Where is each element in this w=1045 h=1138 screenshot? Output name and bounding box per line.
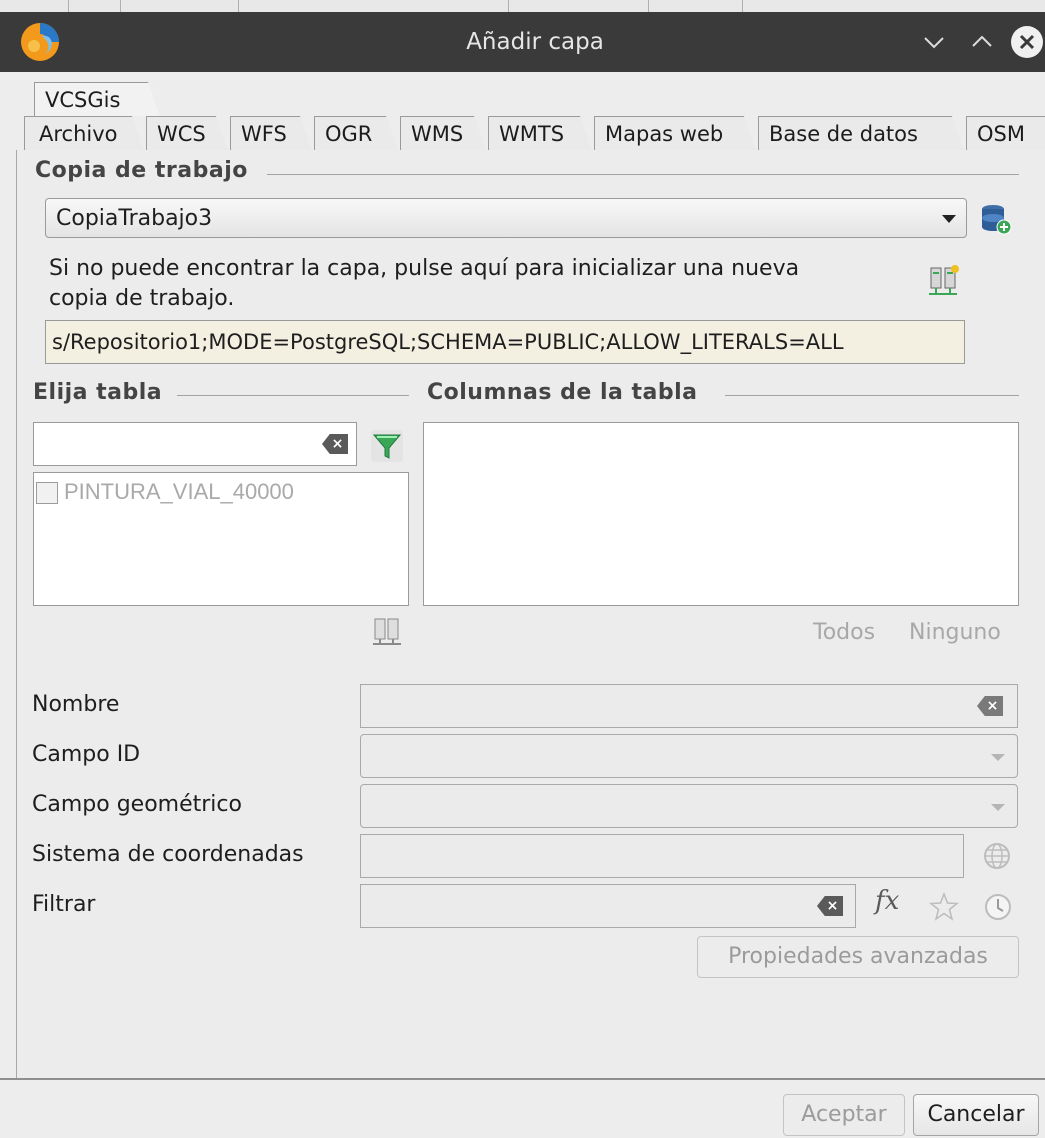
tab-label: WMTS bbox=[499, 122, 565, 146]
tab-label: WFS bbox=[241, 122, 287, 146]
tab-label: OSM bbox=[977, 122, 1025, 146]
chevron-up-icon bbox=[972, 35, 992, 47]
tab-label: Archivo bbox=[39, 122, 118, 146]
tab-label: OGR bbox=[325, 122, 373, 146]
clear-icon[interactable]: × bbox=[322, 434, 348, 454]
section-rule bbox=[725, 395, 1019, 396]
section-title-working-copy: Copia de trabajo bbox=[35, 158, 252, 183]
dropdown-arrow-icon bbox=[991, 804, 1005, 811]
window-title: Añadir capa bbox=[466, 29, 604, 55]
close-button[interactable] bbox=[1010, 25, 1044, 59]
connection-string-text: s/Repositorio1;MODE=PostgreSQL;SCHEMA=PU… bbox=[52, 330, 844, 354]
tab-label: WCS bbox=[157, 122, 206, 146]
tab-wms[interactable]: WMS bbox=[400, 116, 486, 150]
clear-icon[interactable]: × bbox=[817, 896, 843, 916]
star-icon[interactable] bbox=[929, 892, 959, 922]
tab-wcs[interactable]: WCS bbox=[146, 116, 228, 150]
geom-field-label: Campo geométrico bbox=[32, 792, 242, 817]
tab-row-bottom: Archivo WCS WFS OGR WMS WMTS Mapas web B… bbox=[24, 116, 1045, 150]
maximize-button[interactable] bbox=[965, 25, 999, 59]
working-copy-hint[interactable]: Si no puede encontrar la capa, pulse aqu… bbox=[49, 254, 929, 314]
chevron-down-icon bbox=[924, 37, 944, 49]
database-add-icon[interactable] bbox=[979, 202, 1013, 236]
id-field-select[interactable] bbox=[360, 734, 1018, 778]
section-rule bbox=[177, 395, 409, 396]
tab-base-de-datos[interactable]: Base de datos bbox=[758, 116, 964, 150]
crs-label: Sistema de coordenadas bbox=[32, 842, 304, 867]
columns-list bbox=[423, 422, 1019, 606]
section-title-tables: Elija tabla bbox=[33, 380, 167, 405]
tab-label: Mapas web bbox=[605, 122, 724, 146]
close-icon bbox=[1011, 26, 1043, 58]
tab-wmts[interactable]: WMTS bbox=[488, 116, 592, 150]
tab-label: Base de datos bbox=[769, 122, 918, 146]
server-connect-icon[interactable] bbox=[372, 616, 402, 650]
filter-funnel-icon[interactable] bbox=[371, 430, 403, 462]
minimize-button[interactable] bbox=[917, 25, 951, 59]
accept-button[interactable]: Aceptar bbox=[783, 1094, 905, 1136]
connection-string-field[interactable]: s/Repositorio1;MODE=PostgreSQL;SCHEMA=PU… bbox=[45, 320, 965, 364]
section-rule bbox=[267, 174, 1019, 175]
globe-icon[interactable] bbox=[983, 842, 1011, 870]
tab-row-top: VCSGis bbox=[34, 82, 234, 116]
filter-label: Filtrar bbox=[32, 892, 96, 917]
section-title-columns: Columnas de la tabla bbox=[427, 380, 702, 405]
tab-wfs[interactable]: WFS bbox=[230, 116, 312, 150]
cancel-button[interactable]: Cancelar bbox=[913, 1094, 1039, 1136]
title-bar: Añadir capa bbox=[0, 12, 1045, 72]
tab-osm[interactable]: OSM bbox=[966, 116, 1045, 150]
tab-label: VCSGis bbox=[45, 88, 121, 112]
table-name: PINTURA_VIAL_40000 bbox=[64, 479, 294, 504]
name-label: Nombre bbox=[32, 692, 120, 717]
name-input[interactable]: × bbox=[360, 684, 1018, 728]
expression-fx-icon[interactable]: fx bbox=[875, 886, 899, 916]
dropdown-arrow-icon bbox=[991, 754, 1005, 761]
table-list: PINTURA_VIAL_40000 bbox=[33, 472, 409, 606]
dialog-footer: Aceptar Cancelar bbox=[0, 1080, 1045, 1138]
tab-label: WMS bbox=[411, 122, 464, 146]
clock-icon[interactable] bbox=[983, 892, 1013, 922]
select-all-link[interactable]: Todos bbox=[813, 620, 875, 645]
crs-input[interactable] bbox=[360, 834, 964, 878]
select-none-link[interactable]: Ninguno bbox=[909, 620, 1001, 645]
dropdown-arrow-icon bbox=[942, 215, 956, 223]
table-search-input[interactable]: × bbox=[33, 422, 357, 466]
filter-input[interactable]: × bbox=[360, 884, 856, 928]
advanced-properties-button[interactable]: Propiedades avanzadas bbox=[697, 936, 1019, 978]
server-connect-icon[interactable] bbox=[927, 264, 961, 300]
hint-line-1: Si no puede encontrar la capa, pulse aqu… bbox=[49, 256, 800, 281]
tab-mapas-web[interactable]: Mapas web bbox=[594, 116, 756, 150]
geom-field-select[interactable] bbox=[360, 784, 1018, 828]
table-checkbox[interactable] bbox=[36, 482, 58, 504]
working-copy-select[interactable]: CopiaTrabajo3 bbox=[45, 198, 967, 238]
hint-line-2: copia de trabajo. bbox=[49, 286, 235, 311]
working-copy-selected: CopiaTrabajo3 bbox=[56, 206, 213, 231]
tab-ogr[interactable]: OGR bbox=[314, 116, 398, 150]
tab-content-panel: Copia de trabajo CopiaTrabajo3 Si no pue… bbox=[16, 150, 1045, 1078]
tab-vcsgis[interactable]: VCSGis bbox=[34, 82, 160, 116]
tab-archivo[interactable]: Archivo bbox=[24, 116, 144, 150]
clear-icon[interactable]: × bbox=[977, 696, 1003, 716]
id-field-label: Campo ID bbox=[32, 742, 141, 767]
